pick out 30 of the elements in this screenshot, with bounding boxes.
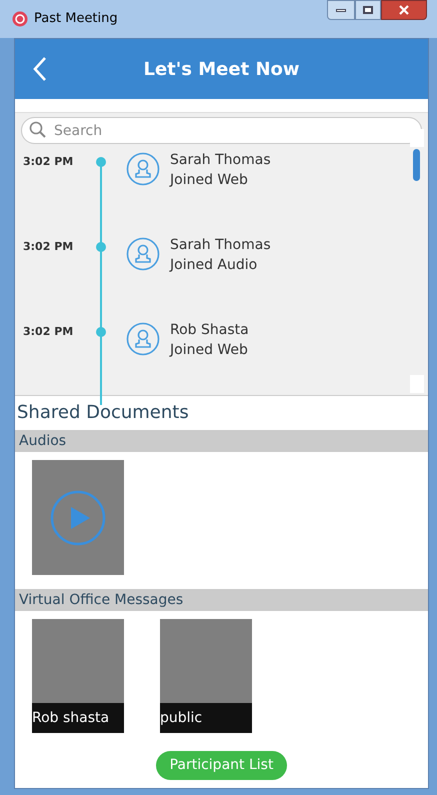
audio-thumbnail[interactable] bbox=[32, 460, 124, 575]
event-time: 3:02 PM bbox=[22, 154, 74, 170]
close-icon bbox=[399, 5, 409, 15]
person-icon bbox=[126, 152, 160, 186]
close-button[interactable] bbox=[381, 0, 427, 20]
window-title: Past Meeting bbox=[34, 10, 118, 28]
minimize-button[interactable] bbox=[327, 0, 355, 20]
maximize-button[interactable] bbox=[355, 0, 381, 20]
participant-name: Sarah Thomas bbox=[170, 151, 271, 170]
thumbnail-label: Rob shasta bbox=[32, 711, 110, 725]
header-title: Let's Meet Now bbox=[143, 58, 300, 82]
thumbnail-label: public bbox=[160, 711, 202, 725]
search-field[interactable]: Search bbox=[21, 117, 422, 144]
participant-name: Rob Shasta bbox=[170, 321, 249, 340]
message-thumbnail[interactable]: Rob shasta bbox=[32, 619, 124, 733]
person-icon bbox=[126, 237, 160, 271]
back-icon bbox=[33, 56, 47, 82]
participant-action: Joined Web bbox=[170, 341, 249, 360]
participant-name: Sarah Thomas bbox=[170, 236, 271, 255]
play-icon bbox=[50, 490, 106, 546]
search-icon bbox=[29, 121, 47, 139]
event-time: 3:02 PM bbox=[22, 324, 74, 340]
participant-action: Joined Audio bbox=[170, 256, 258, 275]
category-title: Audios bbox=[19, 432, 66, 450]
participant-action: Joined Web bbox=[170, 171, 249, 190]
app-logo-icon bbox=[12, 11, 28, 27]
person-icon bbox=[126, 322, 160, 356]
message-thumbnail[interactable]: public bbox=[160, 619, 252, 733]
event-time: 3:02 PM bbox=[22, 239, 74, 255]
category-title: Virtual Office Messages bbox=[19, 590, 184, 610]
